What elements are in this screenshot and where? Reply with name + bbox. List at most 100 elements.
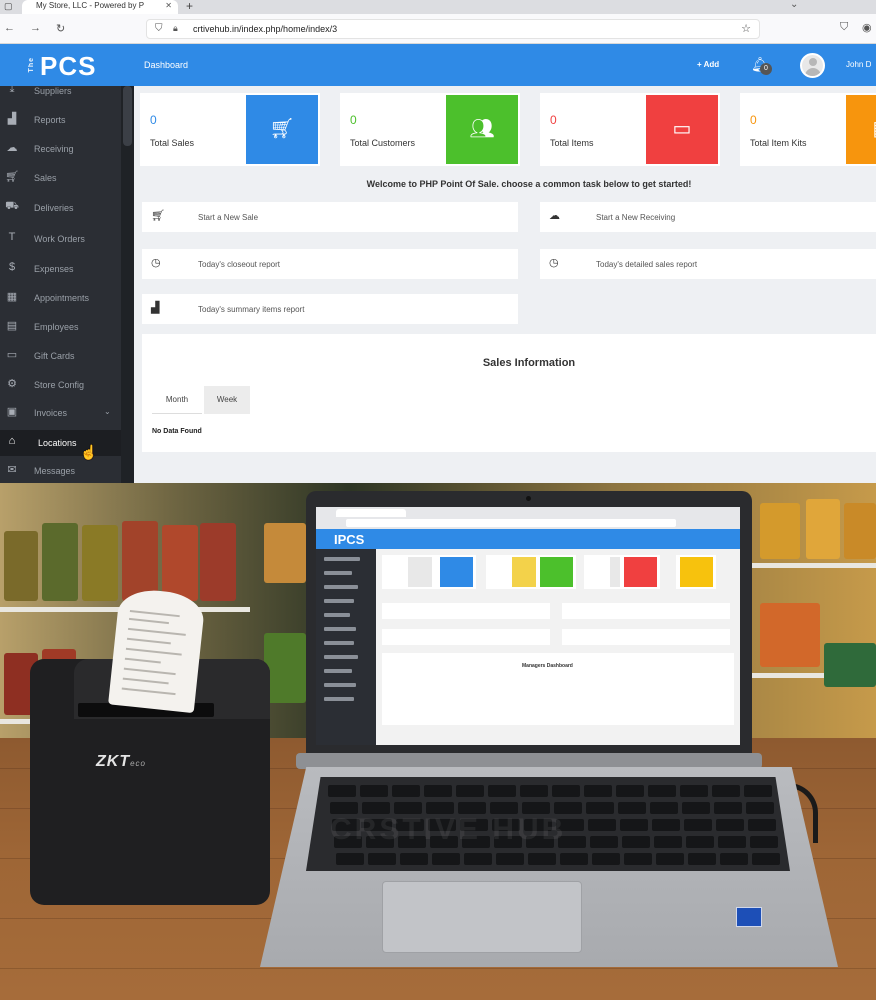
bottle [760, 503, 800, 559]
keyboard-key [746, 802, 774, 814]
jar [122, 521, 158, 601]
bookmark-star-icon[interactable]: ☆ [741, 22, 751, 35]
sidebar-item-label: Suppliers [34, 86, 72, 96]
sidebar-item-reports[interactable]: ▟ Reports [0, 107, 121, 133]
clock-icon: ◷ [151, 257, 161, 269]
window-chevron-icon[interactable]: ⌄ [790, 0, 798, 10]
credit-card-icon: ▭ [6, 349, 18, 361]
browser-tab-bar: ▢ My Store, LLC - Powered by P ✕ + ⌄ [0, 0, 876, 14]
keyboard-key [720, 853, 748, 865]
sidebar-item-gift-cards[interactable]: ▭ Gift Cards [0, 343, 121, 369]
app-logo[interactable]: The PCS [28, 51, 97, 82]
calendar-icon: ▦ [6, 291, 18, 303]
sidebar-item-label: Sales [34, 173, 57, 183]
sidebar-item-label: Messages [34, 466, 76, 476]
sidebar-item-receiving[interactable]: ☁ Receiving [0, 136, 121, 162]
sidebar-item-label: Receiving [34, 144, 74, 154]
browser-tab[interactable]: My Store, LLC - Powered by P ✕ [22, 0, 178, 14]
jar [162, 525, 198, 601]
keyboard-key [586, 802, 614, 814]
keyboard-key [590, 836, 618, 848]
sidebar-item-employees[interactable]: ▤ Employees [0, 314, 121, 340]
back-icon[interactable]: ← [4, 22, 15, 34]
shelf [750, 563, 876, 568]
shield-icon: ⛉ [155, 23, 163, 34]
sidebar-item-messages[interactable]: ✉ Messages [0, 458, 121, 483]
sidebar-item-invoices[interactable]: ▣ Invoices ⌄ [0, 400, 121, 426]
task-start-new-receiving[interactable]: ☁ Start a New Receiving [540, 202, 876, 232]
sidebar-item-store-config[interactable]: ⚙ Store Config [0, 372, 121, 398]
reload-icon[interactable]: ↻ [56, 22, 65, 35]
sidebar: ⤓ Suppliers ▟ Reports ☁ Receiving 🛒︎ Sal… [0, 86, 134, 483]
task-closeout-report[interactable]: ◷ Today's closeout report [142, 249, 518, 279]
watermark-text: CRSTIVE HUB [330, 813, 567, 846]
task-label: Today's summary items report [198, 305, 305, 314]
task-start-new-sale[interactable]: 🛒︎ Start a New Sale [142, 202, 518, 232]
laptop-hinge [296, 753, 762, 769]
kit-icon: ▦ [846, 95, 876, 164]
stat-value: 0 [550, 113, 557, 127]
sidebar-item-appointments[interactable]: ▦ Appointments [0, 285, 121, 311]
keyboard-key [650, 802, 678, 814]
user-name[interactable]: John D [846, 60, 871, 69]
sidebar-item-deliveries[interactable]: ⛟ Deliveries [0, 195, 121, 221]
task-summary-items-report[interactable]: ▟ Today's summary items report [142, 294, 518, 324]
keyboard-key [552, 785, 580, 797]
notification-bell-icon[interactable]: 🔔︎ 0 [751, 56, 772, 75]
keyboard-key [392, 785, 420, 797]
task-label: Today's closeout report [198, 260, 281, 269]
add-button[interactable]: + Add [697, 60, 719, 69]
window-menu-icon[interactable]: ▢ [4, 1, 13, 12]
breadcrumb-dashboard[interactable]: Dashboard [144, 60, 188, 70]
sidebar-item-label: Store Config [34, 380, 85, 390]
close-tab-icon[interactable]: ✕ [165, 1, 172, 10]
url-bar[interactable]: ⛉ 🔒︎ crtivehub.in/index.php/home/index/3… [146, 19, 760, 39]
sidebar-item-suppliers[interactable]: ⤓ Suppliers [0, 86, 121, 104]
sidebar-item-locations[interactable]: ⌂ Locations [0, 430, 121, 456]
dashboard-main: 0 Total Sales 🛒︎ 0 Total Customers 👥︎ 0 … [134, 86, 876, 483]
gear-icon: ⚙ [7, 378, 17, 390]
stat-card-total-item-kits[interactable]: 0 Total Item Kits ▦ [740, 93, 876, 166]
printer-brand-logo: ZKTeco [96, 753, 147, 770]
tab-week[interactable]: Week [204, 386, 250, 414]
sidebar-item-work-orders[interactable]: T Work Orders [0, 226, 121, 252]
keyboard-key [618, 802, 646, 814]
sidebar-item-label: Employees [34, 322, 79, 332]
tab-month[interactable]: Month [152, 386, 202, 414]
keyboard-key [686, 836, 714, 848]
keyboard-key [680, 785, 708, 797]
logo-prefix: The [28, 57, 35, 73]
account-icon[interactable]: ◉ [862, 21, 872, 34]
avatar[interactable] [800, 53, 825, 78]
cart-icon: 🛒︎ [246, 95, 318, 164]
notification-badge: 0 [760, 63, 772, 75]
pocket-icon[interactable]: ⛉ [840, 21, 848, 34]
keyboard-key [682, 802, 710, 814]
keyboard-key [750, 836, 778, 848]
stat-card-total-sales[interactable]: 0 Total Sales 🛒︎ [140, 93, 320, 166]
sidebar-item-label: Invoices [34, 408, 68, 418]
keyboard-key [716, 819, 744, 831]
sidebar-item-label: Gift Cards [34, 351, 75, 361]
stat-card-total-items[interactable]: 0 Total Items ▭ [540, 93, 720, 166]
sidebar-item-label: Deliveries [34, 203, 74, 213]
sales-information-panel: Sales Information Month Week No Data Fou… [142, 334, 876, 452]
stat-card-total-customers[interactable]: 0 Total Customers 👥︎ [340, 93, 520, 166]
keyboard-key [464, 853, 492, 865]
keyboard-key [432, 853, 460, 865]
task-detailed-sales-report[interactable]: ◷ Today's detailed sales report [540, 249, 876, 279]
app-header: The PCS Dashboard + Add 🔔︎ 0 John D [0, 44, 876, 86]
logo-text: PCS [40, 51, 97, 81]
new-tab-button[interactable]: + [186, 0, 193, 13]
keyboard-key [368, 853, 396, 865]
webcam [526, 496, 531, 501]
invoice-icon: ▣ [6, 406, 18, 418]
sidebar-scrollbar-thumb[interactable] [123, 86, 132, 146]
keyboard-key [360, 785, 388, 797]
forward-icon[interactable]: → [30, 22, 41, 34]
sidebar-item-sales[interactable]: 🛒︎ Sales [0, 165, 121, 191]
stat-value: 0 [350, 113, 357, 127]
jar [42, 523, 78, 601]
sidebar-item-label: Appointments [34, 293, 90, 303]
sidebar-item-expenses[interactable]: $ Expenses [0, 256, 121, 282]
